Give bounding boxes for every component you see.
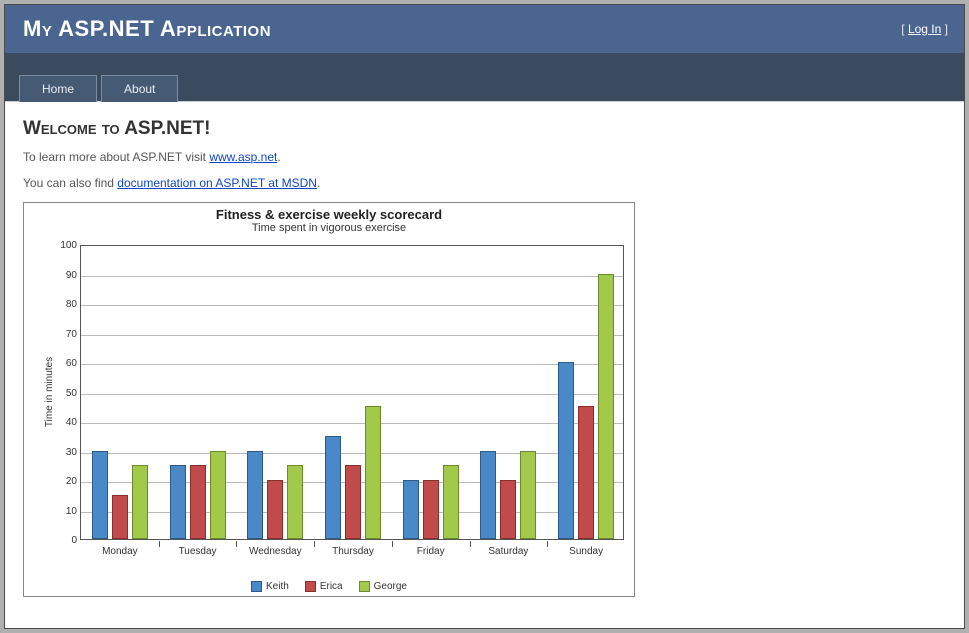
bar-george — [443, 465, 459, 539]
legend-swatch — [251, 581, 262, 592]
intro-paragraph-2: You can also find documentation on ASP.N… — [23, 176, 946, 190]
bar-keith — [403, 480, 419, 539]
asp-net-link[interactable]: www.asp.net — [209, 150, 277, 164]
y-tick-label: 90 — [51, 270, 77, 281]
login-bracket-open: [ — [901, 22, 908, 36]
msdn-link[interactable]: documentation on ASP.NET at MSDN — [117, 176, 317, 190]
window-frame: My ASP.NET Application [ Log In ] Home A… — [0, 0, 969, 633]
y-tick-label: 50 — [51, 388, 77, 399]
plot-wrap: 0102030405060708090100MondayTuesdayWedne… — [80, 245, 624, 555]
y-tick-label: 10 — [51, 506, 77, 517]
bar-george — [132, 465, 148, 539]
y-tick-label: 80 — [51, 299, 77, 310]
y-tick-label: 0 — [51, 535, 77, 546]
tab-about[interactable]: About — [101, 75, 178, 102]
x-category-label: Tuesday — [159, 546, 237, 557]
legend-swatch — [305, 581, 316, 592]
x-category-label: Friday — [392, 546, 470, 557]
chart-subtitle: Time spent in vigorous exercise — [24, 222, 634, 234]
chart-legend: Keith Erica George — [24, 581, 634, 592]
tab-home[interactable]: Home — [19, 75, 97, 102]
login-link[interactable]: Log In — [908, 22, 941, 36]
y-tick-label: 100 — [51, 240, 77, 251]
legend-item-erica: Erica — [305, 581, 343, 592]
x-category-label: Sunday — [547, 546, 625, 557]
bar-erica — [578, 406, 594, 539]
legend-label: Erica — [320, 581, 343, 592]
bar-keith — [558, 362, 574, 539]
content-area: Welcome to ASP.NET! To learn more about … — [5, 102, 964, 628]
para1-suffix: . — [277, 150, 280, 164]
grid-line — [81, 394, 623, 395]
y-tick-label: 30 — [51, 447, 77, 458]
y-tick-label: 70 — [51, 329, 77, 340]
bar-george — [520, 451, 536, 540]
chart-container: Fitness & exercise weekly scorecard Time… — [23, 202, 635, 597]
bar-keith — [480, 451, 496, 540]
bar-keith — [170, 465, 186, 539]
bar-erica — [190, 465, 206, 539]
x-category-label: Thursday — [314, 546, 392, 557]
y-tick-label: 60 — [51, 358, 77, 369]
y-tick-label: 20 — [51, 476, 77, 487]
bar-keith — [247, 451, 263, 540]
bar-george — [210, 451, 226, 540]
page: My ASP.NET Application [ Log In ] Home A… — [4, 4, 965, 629]
legend-item-keith: Keith — [251, 581, 289, 592]
intro-paragraph-1: To learn more about ASP.NET visit www.as… — [23, 150, 946, 164]
grid-line — [81, 305, 623, 306]
legend-label: Keith — [266, 581, 289, 592]
bar-erica — [500, 480, 516, 539]
welcome-heading: Welcome to ASP.NET! — [23, 118, 946, 140]
x-category-label: Monday — [81, 546, 159, 557]
bar-erica — [345, 465, 361, 539]
grid-line — [81, 335, 623, 336]
bar-erica — [112, 495, 128, 539]
x-category-label: Saturday — [470, 546, 548, 557]
bar-keith — [92, 451, 108, 540]
grid-line — [81, 276, 623, 277]
grid-line — [81, 423, 623, 424]
chart-title: Fitness & exercise weekly scorecard — [24, 207, 634, 222]
legend-label: George — [374, 581, 407, 592]
legend-swatch — [359, 581, 370, 592]
y-tick-label: 40 — [51, 417, 77, 428]
app-title: My ASP.NET Application — [23, 16, 271, 42]
bar-erica — [423, 480, 439, 539]
bar-george — [287, 465, 303, 539]
grid-line — [81, 364, 623, 365]
plot-area: 0102030405060708090100MondayTuesdayWedne… — [80, 245, 624, 540]
header-bar: My ASP.NET Application [ Log In ] — [5, 5, 964, 53]
para2-suffix: . — [317, 176, 320, 190]
login-bracket-close: ] — [941, 22, 948, 36]
legend-item-george: George — [359, 581, 407, 592]
grid-line — [81, 453, 623, 454]
bar-keith — [325, 436, 341, 539]
bar-erica — [267, 480, 283, 539]
bar-george — [598, 274, 614, 540]
para2-prefix: You can also find — [23, 176, 117, 190]
x-category-label: Wednesday — [236, 546, 314, 557]
bar-george — [365, 406, 381, 539]
para1-prefix: To learn more about ASP.NET visit — [23, 150, 209, 164]
nav-bar: Home About — [5, 53, 964, 102]
login-display: [ Log In ] — [901, 22, 948, 36]
